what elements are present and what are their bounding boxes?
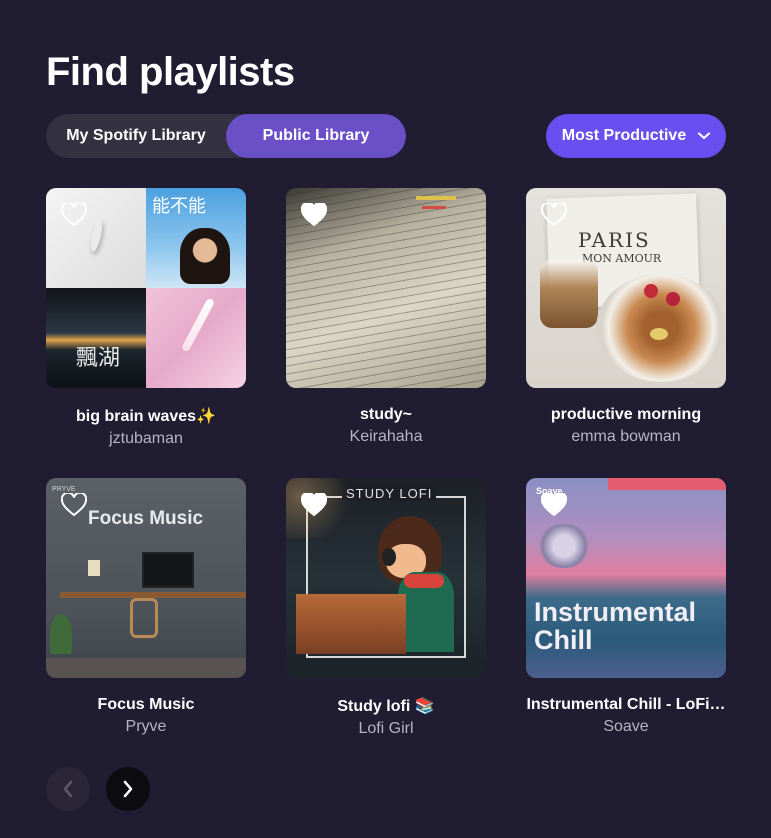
cover-text: Instrumental Chill: [534, 597, 697, 655]
page-title: Find playlists: [46, 50, 295, 94]
chevron-down-icon: [698, 132, 711, 139]
playlist-cover[interactable]: 能不能 飄湖: [46, 188, 246, 388]
heart-icon[interactable]: [61, 203, 87, 227]
cover-text: PARIS: [578, 228, 651, 252]
heart-icon[interactable]: [541, 493, 567, 517]
chevron-left-icon: [63, 780, 73, 798]
heart-icon[interactable]: [301, 203, 327, 227]
playlist-card[interactable]: Soave Instrumental Chill Instrumental Ch…: [526, 478, 726, 736]
sort-label: Most Productive: [561, 127, 687, 144]
playlist-cover[interactable]: PARIS MON AMOUR: [526, 188, 726, 388]
playlist-card[interactable]: PRYVE Focus Music Focus Music Pryve: [46, 478, 246, 736]
playlist-author: Keirahaha: [349, 428, 423, 445]
cover-text: STUDY LOFI: [342, 486, 437, 501]
playlist-author: Pryve: [125, 718, 167, 735]
playlist-name[interactable]: Study lofi 📚: [286, 696, 486, 716]
playlist-author: emma bowman: [571, 428, 681, 445]
cover-text: PRYVE: [52, 486, 76, 493]
prev-page-button[interactable]: [46, 767, 90, 811]
playlist-author: Lofi Girl: [358, 720, 414, 737]
playlist-cover[interactable]: [286, 188, 486, 388]
playlist-card[interactable]: STUDY LOFI Study lofi 📚 Lofi Girl: [286, 478, 486, 738]
playlist-cover[interactable]: Soave Instrumental Chill: [526, 478, 726, 678]
tab-my-spotify-library[interactable]: My Spotify Library: [46, 114, 226, 158]
cover-text: 能不能: [152, 196, 206, 217]
next-page-button[interactable]: [106, 767, 150, 811]
library-tabs: My Spotify Library Public Library: [46, 114, 406, 158]
playlist-name[interactable]: Instrumental Chill - LoFi…: [526, 696, 726, 714]
playlist-author: Soave: [603, 718, 649, 735]
playlist-card[interactable]: PARIS MON AMOUR productive morning emma …: [526, 188, 726, 446]
playlist-name[interactable]: big brain waves✨: [46, 406, 246, 426]
playlist-cover[interactable]: PRYVE Focus Music: [46, 478, 246, 678]
playlist-cover[interactable]: STUDY LOFI: [286, 478, 486, 678]
playlist-name[interactable]: study~: [286, 406, 486, 424]
chevron-right-icon: [123, 780, 133, 798]
cover-text: Focus Music: [88, 508, 204, 529]
playlist-card[interactable]: 能不能 飄湖 big brain waves✨ jztubaman: [46, 188, 246, 448]
playlist-author: jztubaman: [109, 430, 183, 447]
heart-icon[interactable]: [541, 203, 567, 227]
tab-public-library[interactable]: Public Library: [226, 114, 406, 158]
playlist-name[interactable]: productive morning: [526, 406, 726, 424]
playlist-name[interactable]: Focus Music: [46, 696, 246, 714]
sort-dropdown[interactable]: Most Productive: [546, 114, 726, 158]
heart-icon[interactable]: [61, 493, 87, 517]
cover-text: 飄湖: [76, 346, 121, 371]
playlist-card[interactable]: study~ Keirahaha: [286, 188, 486, 446]
heart-icon[interactable]: [301, 493, 327, 517]
